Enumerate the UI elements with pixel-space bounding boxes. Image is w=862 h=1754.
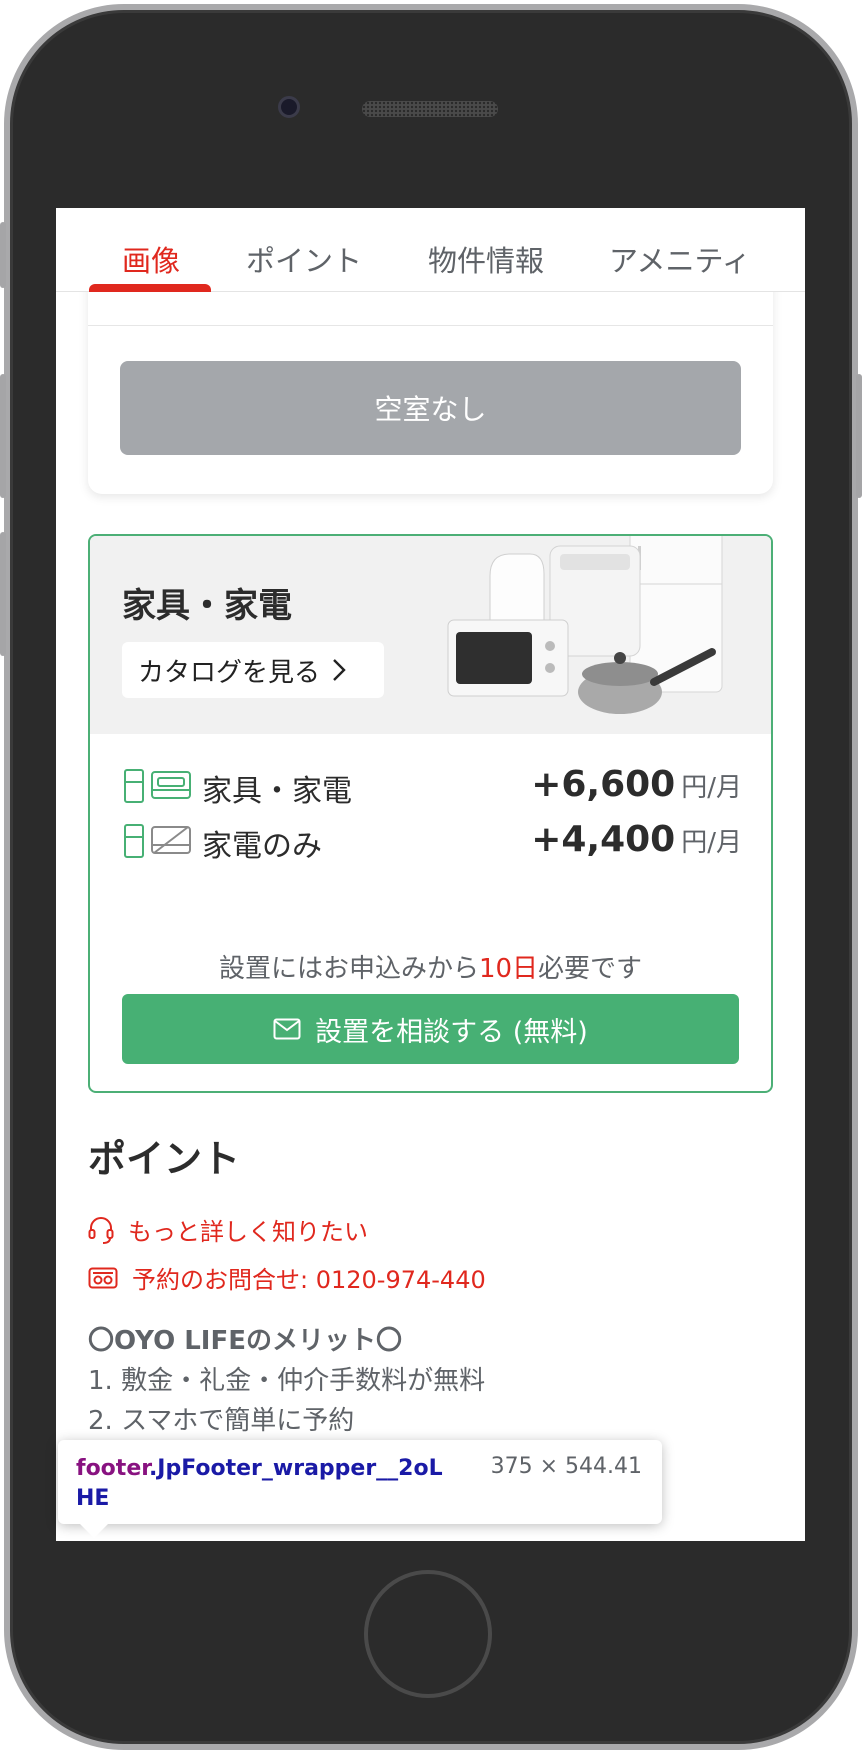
catalog-button[interactable]: カタログを見る [122, 642, 384, 698]
furniture-banner: 家具・家電 カタログを見る [90, 536, 771, 734]
more-info-label: もっと詳しく知りたい [128, 1218, 368, 1246]
speaker-grille [362, 101, 498, 117]
install-note: 設置にはお申込みから10日必要です [218, 954, 643, 984]
merit-item: 1. 敷金・礼金・仲介手数料が無料 [88, 1366, 486, 1396]
reservation-phone-link[interactable]: 予約のお問合せ: 0120-974-440 [88, 1260, 486, 1295]
reservation-phone-label: 予約のお問合せ: 0120-974-440 [132, 1266, 486, 1294]
merit-heading: 〇OYO LIFEのメリット〇 [88, 1326, 402, 1356]
consult-button-label: 設置を相談する (無料) [315, 1016, 588, 1048]
option-price: +4,400 円/月 [531, 819, 742, 860]
consult-install-button[interactable]: 設置を相談する (無料) [122, 994, 739, 1064]
tab-bar: 画像 ポイント 物件情報 アメニティ [56, 208, 805, 292]
tooltip-selector: footer.JpFooter_wrapper__2oLHE [76, 1456, 443, 1511]
mute-switch [0, 222, 6, 288]
camera-icon [278, 96, 300, 118]
headset-icon [88, 1216, 114, 1244]
option-furniture-appliances: 家具・家電 +6,600 円/月 [122, 764, 742, 809]
option-label: 家具・家電 [202, 774, 352, 809]
devtools-element-tooltip: footer.JpFooter_wrapper__2oLHE 375 × 544… [58, 1440, 662, 1538]
screen: 画像 ポイント 物件情報 アメニティ 空室なし 家具・家電 カタログを見る 家具… [56, 208, 805, 1541]
furniture-title: 家具・家電 [122, 586, 292, 626]
catalog-button-label: カタログを見る [138, 657, 321, 688]
option-appliances-only: 家電のみ +4,400 円/月 [122, 819, 742, 864]
fridge-bed-icon [124, 769, 191, 803]
tab-amenities[interactable]: アメニティ [609, 238, 751, 280]
appliances-image [447, 536, 723, 714]
no-vacancy-button[interactable]: 空室なし [120, 361, 741, 455]
active-tab-indicator [89, 284, 211, 292]
power-button [856, 374, 862, 498]
mail-icon [273, 1018, 301, 1040]
points-title: ポイント [88, 1137, 241, 1181]
chevron-right-icon [333, 659, 346, 681]
more-info-link[interactable]: もっと詳しく知りたい [88, 1212, 368, 1247]
tab-points[interactable]: ポイント [246, 238, 362, 280]
tooltip-size: 375 × 544.41 [490, 1454, 642, 1479]
home-button[interactable] [364, 1570, 492, 1698]
furniture-section: 家具・家電 カタログを見る 家具・家電 +6,600 円/月 家電のみ +4,4… [88, 534, 773, 1093]
tab-property-info[interactable]: 物件情報 [428, 238, 544, 280]
tab-images[interactable]: 画像 [122, 238, 180, 280]
volume-up-button [0, 374, 6, 498]
tooltip-arrow [80, 1524, 108, 1538]
option-label: 家電のみ [202, 829, 322, 864]
option-price: +6,600 円/月 [531, 764, 742, 805]
divider [88, 325, 773, 326]
volume-down-button [0, 532, 6, 656]
merit-item: 2. スマホで簡単に予約 [88, 1406, 355, 1436]
fridge-no-bed-icon [124, 824, 191, 858]
phone-icon [88, 1267, 118, 1288]
